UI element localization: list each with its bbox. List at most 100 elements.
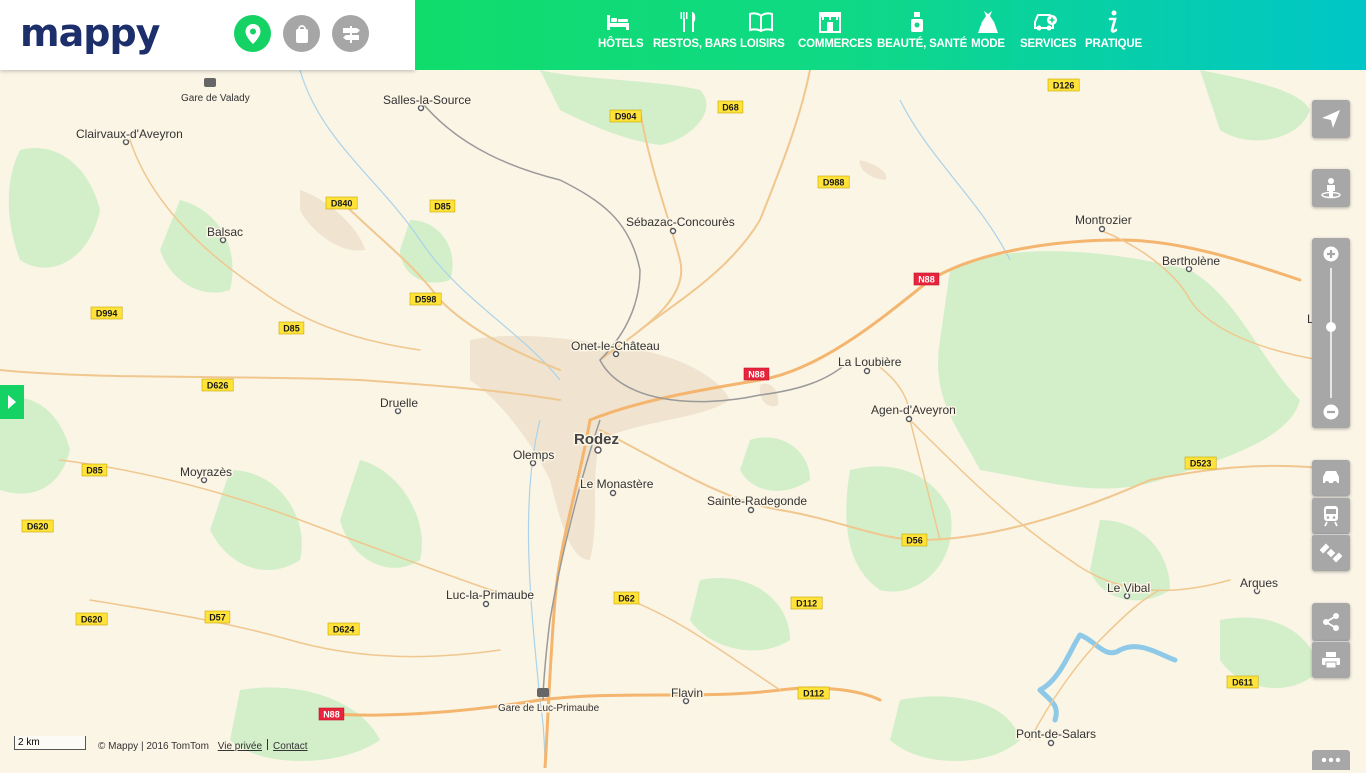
svg-text:N88: N88 [918, 275, 935, 285]
place-label: Agen-d'Aveyron [871, 403, 956, 417]
directions-button[interactable] [332, 15, 369, 52]
category-hotels[interactable]: HÔTELS [598, 10, 644, 50]
place-label: Le Vibal [1107, 581, 1150, 595]
place-label: Pont-de-Salars [1016, 727, 1096, 741]
streetview-button[interactable] [1312, 169, 1350, 207]
svg-text:D112: D112 [803, 689, 824, 699]
category-label: BEAUTÉ, SANTÉ [877, 38, 968, 50]
transit-button[interactable] [1312, 497, 1350, 534]
zoom-track[interactable] [1330, 268, 1332, 398]
category-label: MODE [971, 38, 1005, 50]
category-mode[interactable]: MODE [970, 10, 1006, 50]
departmental-road-label: D57 [204, 610, 231, 624]
svg-text:N88: N88 [323, 710, 340, 720]
traffic-car-icon [1323, 471, 1339, 485]
svg-text:D85: D85 [434, 202, 451, 212]
divider [267, 739, 269, 750]
chevron-right-icon [8, 395, 16, 409]
svg-text:D624: D624 [333, 625, 355, 635]
departmental-road-label: D85 [429, 199, 456, 213]
svg-text:D85: D85 [283, 324, 300, 334]
pegman-icon [1321, 178, 1341, 199]
category-services[interactable]: SERVICES [1020, 10, 1077, 50]
category-label: RESTOS, BARS [653, 38, 737, 50]
svg-text:D85: D85 [86, 466, 103, 476]
category-loisirs[interactable]: LOISIRS [740, 10, 785, 50]
svg-text:D126: D126 [1053, 81, 1075, 91]
departmental-road-label: D85 [278, 321, 305, 335]
place-label: Le Monastère [580, 477, 654, 491]
header-left-panel: mappy [0, 0, 415, 70]
category-bar: HÔTELS RESTOS, BARS LOISIRS COMMERCES BE… [415, 0, 1366, 70]
category-restaurants[interactable]: RESTOS, BARS [653, 10, 737, 50]
place-label: Bertholène [1162, 254, 1220, 268]
place-label: Onet-le-Château [571, 339, 660, 353]
departmental-road-label: D994 [90, 306, 123, 320]
svg-text:D904: D904 [615, 112, 637, 122]
plus-icon [1323, 246, 1339, 262]
bed-icon [598, 10, 638, 34]
map-credits: © Mappy | 2016 TomTom Vie privée Contact [98, 739, 308, 752]
category-beaute-sante[interactable]: BEAUTÉ, SANTÉ [877, 10, 968, 50]
national-road-label: N88 [743, 367, 770, 381]
place-label: Montrozier [1075, 213, 1132, 227]
departmental-road-label: D598 [409, 292, 442, 306]
national-road-label: N88 [318, 707, 345, 721]
contact-link[interactable]: Contact [273, 741, 307, 752]
cutlery-icon [653, 10, 725, 34]
traffic-button[interactable] [1312, 460, 1350, 496]
privacy-link[interactable]: Vie privée [218, 741, 262, 752]
logo-text: mappy [20, 11, 160, 55]
open-panel-tab[interactable] [0, 385, 24, 419]
category-label: LOISIRS [740, 38, 785, 50]
minus-icon [1323, 404, 1339, 420]
category-pratique[interactable]: PRATIQUE [1085, 10, 1142, 50]
svg-text:D56: D56 [906, 536, 923, 546]
departmental-road-label: D112 [790, 596, 823, 610]
map-canvas[interactable]: Salles-la-Source Gare de Valady Clairvaux-… [0, 0, 1366, 770]
place-label: Salles-la-Source [383, 93, 471, 107]
departmental-road-label: D523 [1184, 456, 1217, 470]
departmental-road-label: D611 [1226, 675, 1259, 689]
svg-text:D112: D112 [796, 599, 817, 609]
svg-text:D620: D620 [81, 615, 103, 625]
category-label: SERVICES [1020, 38, 1077, 50]
place-label: Olemps [513, 448, 554, 462]
city-label-main: Rodez [574, 431, 619, 448]
departmental-road-label: D85 [81, 463, 108, 477]
zoom-in-button[interactable] [1312, 238, 1350, 270]
dress-icon [970, 10, 1006, 34]
map-svg[interactable]: Salles-la-Source Gare de Valady Clairvaux-… [0, 0, 1366, 770]
bottle-icon [877, 10, 957, 34]
place-label: Gare de Valady [181, 93, 250, 104]
zoom-out-button[interactable] [1312, 396, 1350, 428]
locate-arrow-icon [1322, 110, 1340, 128]
departmental-road-label: D988 [817, 175, 850, 189]
satellite-button[interactable] [1312, 534, 1350, 571]
departmental-road-label: D56 [901, 533, 928, 547]
map-marker-button[interactable] [234, 15, 271, 52]
svg-text:D598: D598 [415, 295, 437, 305]
shopping-bag-icon [295, 24, 308, 43]
more-options-button[interactable] [1312, 750, 1350, 770]
svg-text:D840: D840 [331, 199, 353, 209]
print-button[interactable] [1312, 641, 1350, 678]
place-label: Druelle [380, 396, 418, 410]
place-label: Moyrazès [180, 465, 232, 479]
mappy-logo[interactable]: mappy [20, 11, 160, 55]
more-dots-icon [1321, 757, 1341, 763]
geolocate-button[interactable] [1312, 100, 1350, 138]
share-button[interactable] [1312, 603, 1350, 641]
category-commerces[interactable]: COMMERCES [798, 10, 872, 50]
info-icon [1085, 10, 1139, 34]
book-icon [740, 10, 782, 34]
zoom-slider-handle[interactable] [1326, 322, 1336, 332]
departmental-road-label: D904 [609, 109, 642, 123]
svg-text:D988: D988 [823, 178, 845, 188]
place-label: Gare de Luc-Primaube [498, 703, 600, 714]
shopping-button[interactable] [283, 15, 320, 52]
place-label: La Loubière [838, 355, 902, 369]
map-marker-icon [245, 23, 260, 44]
svg-text:N88: N88 [748, 370, 765, 380]
departmental-road-label: D62 [613, 591, 640, 605]
